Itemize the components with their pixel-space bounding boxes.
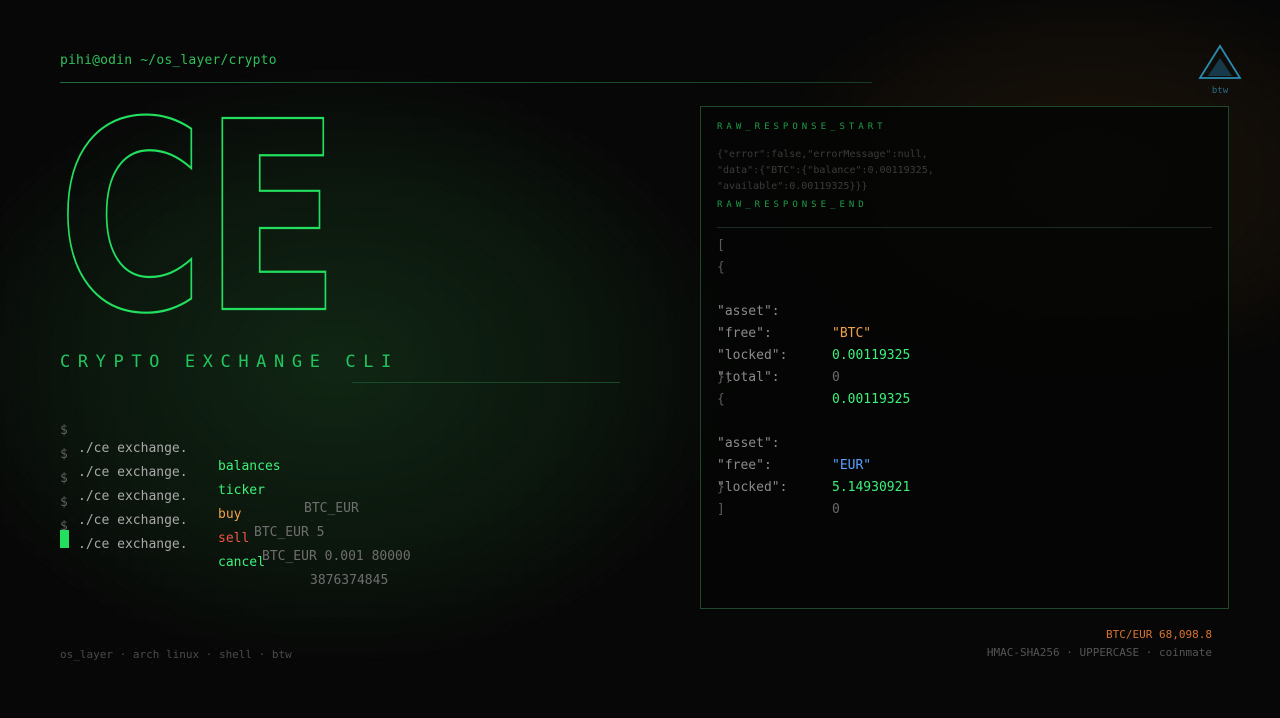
raw-response-line: {"error":false,"errorMessage":null, [717,149,928,160]
raw-response-end-label: RAW_RESPONSE_END [717,200,868,210]
command-row[interactable]: $ ./ce exchange. cancel 3876374845 [60,500,388,588]
command-row[interactable]: $ ./ce exchange. sell BTC_EUR 0.001 8000… [60,476,411,564]
footer-tags: os_layer · arch linux · shell · btw [60,648,292,661]
header-divider [60,82,872,83]
command-args: BTC_EUR 5 [254,525,325,540]
json-field-locked: "locked": 0 [717,323,840,385]
parsed-json-output: [ { "asset": "BTC" "free": 0.00119325 "l… [717,235,910,521]
json-field-asset: "asset": "EUR" [717,411,871,473]
command-verb: balances [218,459,281,474]
json-open-brace: { [717,392,725,407]
raw-response-line: "available":0.00119325}}} [717,181,868,192]
response-panel: RAW_RESPONSE_START {"error":false,"error… [700,106,1229,609]
json-field-free: "free": 0.00119325 [717,301,910,363]
footer-meta: HMAC-SHA256 · UPPERCASE · coinmate [986,646,1212,659]
desktop-background: pihi@odin ~/os_layer/crypto btw CE CRYPT… [0,0,1280,718]
app-subtitle: CRYPTO EXCHANGE CLI [60,352,399,372]
json-open-bracket: [ [717,238,725,253]
json-open-brace: { [717,260,725,275]
json-value: "EUR" [832,458,872,473]
json-value: 0.00119325 [832,392,911,407]
shell-prompt-path: pihi@odin ~/os_layer/crypto [60,53,277,68]
big-title-text: CE [60,104,340,324]
command-args: BTC_EUR [304,501,359,516]
terminal-cursor[interactable] [60,530,69,548]
raw-response-body: {"error":false,"errorMessage":null, "dat… [717,147,934,195]
command-verb: buy [218,507,242,522]
json-value: 0.00119325 [832,348,911,363]
json-field-total: "total": 0.00119325 [717,345,910,407]
json-close-brace: }, [717,370,733,385]
command-args: BTC_EUR 0.001 80000 [262,549,411,564]
command-args: 3876374845 [310,573,389,588]
command-base: ./ce exchange. [78,537,188,552]
subtitle-divider [352,382,620,383]
raw-response-line: "data":{"BTC":{"balance":0.00119325, [717,165,934,176]
json-value: 0 [832,370,840,385]
json-value: "BTC" [832,326,872,341]
json-value: 5.14930921 [832,480,911,495]
command-examples: $ ./ce exchange. balances $ ./ce exchang… [60,404,411,588]
json-field-locked: "locked": 0 [717,455,840,517]
json-value: 0 [832,502,840,517]
big-title-ce: CE [60,104,341,324]
command-row[interactable]: $ ./ce exchange. buy BTC_EUR 5 [60,452,324,540]
raw-response-start-label: RAW_RESPONSE_START [717,122,887,132]
panel-divider [717,227,1212,228]
json-close-brace: } [717,480,725,495]
command-verb: sell [218,531,250,546]
command-verb: cancel [218,555,265,570]
json-field-asset: "asset": "BTC" [717,279,871,341]
command-row[interactable]: $ ./ce exchange. balances [60,404,281,474]
command-verb: ticker [218,483,265,498]
command-row[interactable]: $ ./ce exchange. ticker BTC_EUR [60,428,359,516]
ticker-price: BTC/EUR 68,098.8 [1106,628,1212,641]
json-field-free: "free": 5.14930921 [717,433,910,495]
logo-label: btw [1211,86,1229,96]
json-close-bracket: ] [717,502,725,517]
